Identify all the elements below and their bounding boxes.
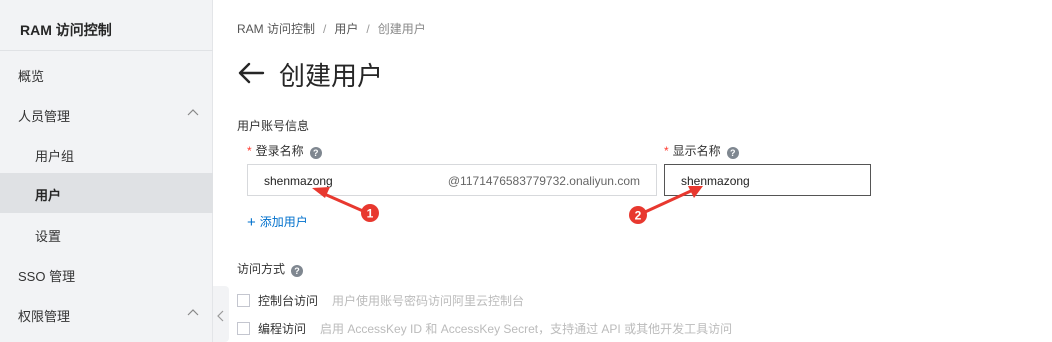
annotation-layer: 1 2	[312, 186, 703, 224]
annotation-marker-2-text: 2	[635, 209, 642, 223]
annotation-marker-1-text: 1	[367, 207, 374, 221]
annotation-arrow-2	[644, 186, 703, 214]
annotation-arrow-1	[312, 187, 364, 213]
